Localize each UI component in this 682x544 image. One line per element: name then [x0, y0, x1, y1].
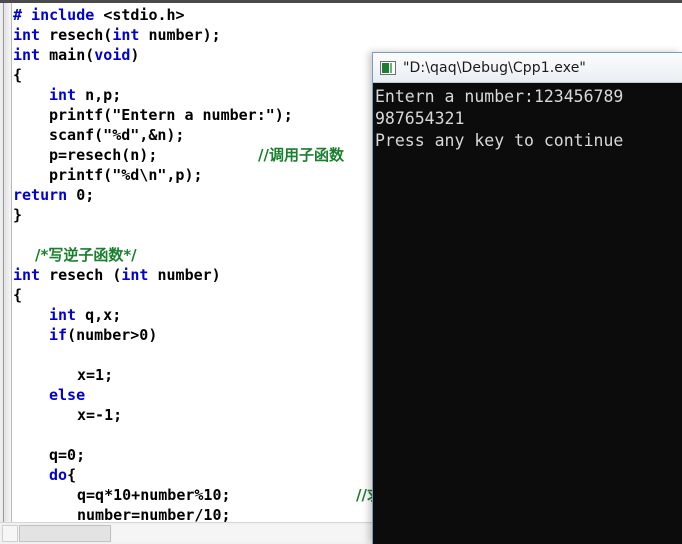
code-token: x=1;	[77, 366, 114, 384]
code-token: {	[13, 286, 23, 304]
code-line: int resech (int number)	[13, 265, 221, 285]
code-token: {	[67, 466, 77, 484]
code-token: q=0;	[49, 446, 86, 464]
editor-gutter-rule	[3, 3, 4, 522]
code-token: int	[121, 266, 158, 284]
console-window[interactable]: "D:\qaq\Debug\Cpp1.exe" Entern a number:…	[372, 52, 682, 544]
code-line: scanf("%d",&n);	[49, 125, 184, 145]
code-line: int resech(int number);	[13, 25, 221, 45]
code-line: int main(void)	[13, 45, 139, 65]
code-line: int q,x;	[49, 305, 121, 325]
code-token: int	[13, 46, 50, 64]
code-token: void	[94, 46, 131, 64]
code-token: x=-1;	[77, 406, 123, 424]
code-token: # include	[13, 6, 104, 24]
code-line: do{	[49, 465, 76, 485]
code-line: return 0;	[13, 185, 94, 205]
code-line: q=0;	[49, 445, 85, 465]
code-token: printf("Entern a number:");	[49, 106, 293, 124]
code-token: int	[49, 306, 86, 324]
code-line: if(number>0)	[49, 325, 157, 345]
comment-call-subfunction: //调用子函数	[258, 146, 344, 164]
code-token: main(	[49, 46, 95, 64]
code-line: x=1;	[77, 365, 113, 385]
code-token: scanf("%d",&n);	[49, 126, 185, 144]
code-token: q=q*10+number%10;	[77, 486, 231, 504]
code-token: printf("%d\n",p);	[49, 166, 203, 184]
code-token: int	[112, 26, 149, 44]
code-token: return	[13, 186, 77, 204]
code-token: /*写逆子函数*/	[35, 246, 137, 264]
code-line: }	[13, 205, 22, 225]
editor-left-gutter	[0, 3, 12, 522]
horizontal-scrollbar-thumb[interactable]	[19, 525, 111, 542]
code-line: /*写逆子函数*/	[35, 245, 137, 265]
code-token: p=resech(n);	[49, 146, 158, 164]
code-token: )	[130, 46, 140, 64]
code-token: (number>0)	[67, 326, 158, 344]
code-line: else	[49, 385, 85, 405]
code-token: 0;	[76, 186, 95, 204]
console-output-line: 987654321	[375, 109, 465, 128]
code-line: number=number/10;	[77, 505, 231, 522]
console-output-line: Entern a number:123456789	[375, 87, 624, 106]
code-token: int	[49, 86, 86, 104]
code-token: resech (	[49, 266, 122, 284]
code-line: q=q*10+number%10;	[77, 485, 231, 505]
code-line: printf("Entern a number:");	[49, 105, 293, 125]
console-output-area[interactable]: Entern a number:123456789 987654321 Press …	[373, 84, 682, 544]
code-token: number)	[157, 266, 221, 284]
code-token: do	[49, 466, 68, 484]
code-token: {	[13, 66, 23, 84]
code-line: printf("%d\n",p);	[49, 165, 203, 185]
console-title-label: "D:\qaq\Debug\Cpp1.exe"	[403, 59, 586, 76]
code-token: resech(	[49, 26, 113, 44]
console-titlebar[interactable]: "D:\qaq\Debug\Cpp1.exe"	[373, 53, 682, 83]
code-line: # include <stdio.h>	[13, 5, 185, 25]
code-token: number);	[148, 26, 221, 44]
code-line: p=resech(n);	[49, 145, 157, 165]
code-token: int	[13, 26, 50, 44]
code-token: n,p;	[85, 86, 122, 104]
code-line: {	[13, 285, 22, 305]
console-output-line: Press any key to continue	[375, 131, 624, 150]
code-token: }	[13, 206, 23, 224]
code-token: q,x;	[85, 306, 122, 324]
code-line: {	[13, 65, 22, 85]
code-line: int n,p;	[49, 85, 121, 105]
code-token: if	[49, 326, 68, 344]
code-token: number=number/10;	[77, 506, 231, 522]
code-token: else	[49, 386, 86, 404]
code-token: <stdio.h>	[103, 6, 185, 24]
code-token: int	[13, 266, 50, 284]
console-app-icon	[380, 60, 396, 75]
code-line: x=-1;	[77, 405, 122, 425]
scroll-left-button[interactable]	[2, 525, 18, 542]
